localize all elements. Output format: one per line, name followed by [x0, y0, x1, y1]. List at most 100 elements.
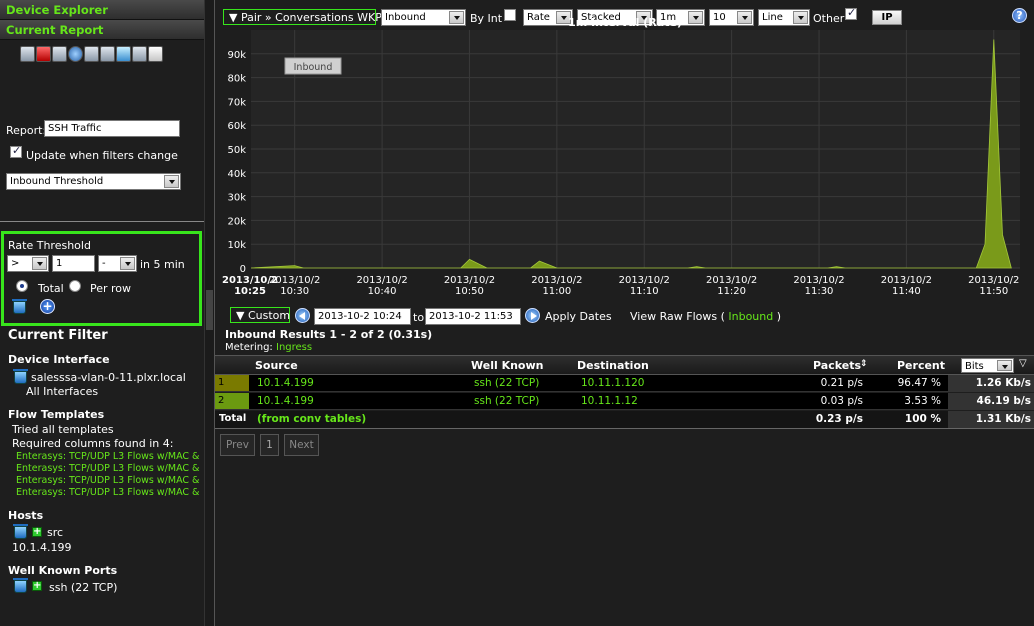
report-name-input[interactable]: SSH Traffic: [44, 120, 180, 137]
per-row-radio[interactable]: [69, 280, 81, 292]
trash-icon[interactable]: [12, 299, 27, 314]
current-report-header[interactable]: Current Report: [0, 20, 204, 40]
x-tick-time: 10:40: [368, 286, 397, 297]
help-icon[interactable]: ?: [1012, 8, 1027, 23]
device-explorer-header[interactable]: Device Explorer: [0, 0, 204, 20]
percent-column-header[interactable]: Percent: [897, 359, 945, 372]
other-checkbox[interactable]: [845, 6, 857, 20]
raw-flows-prefix: View Raw Flows (: [630, 310, 725, 323]
report-label: Report:: [6, 124, 47, 137]
ports-value: ssh (22 TCP): [49, 581, 118, 594]
table-row[interactable]: 2 10.1.4.199 ssh (22 TCP) 10.11.1.12 0.0…: [215, 393, 1034, 410]
globe-icon[interactable]: [68, 46, 83, 62]
x-tick-time: 11:10: [630, 286, 659, 297]
trash-icon[interactable]: [13, 369, 28, 384]
trash-icon[interactable]: [13, 524, 28, 539]
flow-templates-title: Flow Templates: [8, 408, 105, 421]
y-tick-label: 90k: [227, 50, 246, 61]
report-toolbar: [20, 46, 163, 66]
destination-column-header[interactable]: Destination: [577, 359, 649, 372]
report-type-select[interactable]: Inbound Threshold: [6, 173, 181, 190]
metering-label-text: Metering:: [225, 342, 273, 353]
threshold-amount-input[interactable]: 1: [52, 255, 95, 272]
save-icon[interactable]: [52, 46, 67, 62]
add-icon[interactable]: +: [32, 527, 42, 537]
custom-range-menu[interactable]: ▼ Custom: [230, 307, 290, 323]
all-interfaces-link[interactable]: All Interfaces: [26, 385, 98, 398]
flow-template-item[interactable]: Enterasys: TCP/UDP L3 Flows w/MAC & VLAN: [16, 487, 202, 498]
ip-button[interactable]: IP: [872, 10, 902, 25]
x-tick-time: 11:20: [717, 286, 746, 297]
pair-conversations-menu[interactable]: ▼ Pair » Conversations WKP: [223, 9, 382, 25]
trash-icon[interactable]: [13, 578, 28, 593]
total-radio[interactable]: [16, 280, 28, 292]
by-int-checkbox[interactable]: [504, 9, 516, 21]
raw-flows-inbound-link[interactable]: Inbound: [728, 310, 773, 323]
chevron-down-icon[interactable]: ▽: [1019, 358, 1027, 369]
bits-cell: 1.26 Kb/s: [975, 377, 1031, 389]
export-icon[interactable]: [100, 46, 115, 62]
rate-threshold-panel: Rate Threshold > 1 - in 5 min Total Per …: [1, 231, 202, 326]
top-n-value: 10: [713, 12, 726, 23]
by-int-label: By Int: [470, 12, 503, 25]
sidebar-splitter[interactable]: [204, 0, 214, 626]
flow-template-item[interactable]: Enterasys: TCP/UDP L3 Flows w/MAC & VLAN: [16, 475, 202, 486]
apply-dates-link[interactable]: Apply Dates: [545, 310, 612, 323]
packets-column-header[interactable]: Packets: [813, 359, 861, 372]
page-number-button[interactable]: 1: [260, 434, 279, 456]
chevron-down-icon: [997, 360, 1012, 371]
chart-title: 1m Interval (Rate): [568, 16, 682, 29]
mode-select[interactable]: Rate: [523, 9, 573, 26]
top-n-select[interactable]: 10: [709, 9, 754, 26]
source-cell[interactable]: 10.1.4.199: [257, 395, 314, 407]
unit-value: -: [102, 258, 106, 269]
operator-select[interactable]: >: [7, 255, 49, 272]
previous-arrow-icon[interactable]: [295, 308, 310, 323]
well-known-cell[interactable]: ssh (22 TCP): [474, 395, 539, 407]
well-known-column-header[interactable]: Well Known: [471, 359, 543, 372]
chevron-down-icon: [164, 175, 179, 188]
email-icon[interactable]: [116, 46, 131, 62]
schedule-icon[interactable]: [132, 46, 147, 62]
threshold-unit-select[interactable]: -: [98, 255, 137, 272]
delete-icon[interactable]: [36, 46, 51, 62]
operator-value: >: [11, 258, 20, 269]
pdf-icon[interactable]: [148, 46, 163, 62]
y-tick-label: 30k: [227, 193, 246, 204]
splitter-handle[interactable]: [206, 290, 213, 330]
next-arrow-icon[interactable]: [525, 308, 540, 323]
units-select[interactable]: Bits: [961, 358, 1014, 373]
update-filters-checkbox[interactable]: [10, 144, 22, 158]
results-title: Inbound Results 1 - 2 of 2 (0.31s): [225, 328, 433, 341]
to-date-input[interactable]: 2013-10-2 11:53: [425, 308, 521, 325]
source-column-header[interactable]: Source: [255, 359, 298, 372]
print-icon[interactable]: [84, 46, 99, 62]
add-icon[interactable]: +: [40, 299, 55, 314]
flow-template-item[interactable]: Enterasys: TCP/UDP L3 Flows w/MAC & VLAN: [16, 463, 202, 474]
total-label: Total: [38, 282, 64, 295]
next-page-button[interactable]: Next: [284, 434, 319, 456]
graph-type-select[interactable]: Line: [758, 9, 810, 26]
flow-template-item[interactable]: Enterasys: TCP/UDP L3 Flows w/MAC & VLAN: [16, 451, 202, 462]
table-row[interactable]: 1 10.1.4.199 ssh (22 TCP) 10.11.1.120 0.…: [215, 375, 1034, 392]
x-tick-time: 11:00: [542, 286, 571, 297]
destination-cell[interactable]: 10.11.1.120: [581, 377, 644, 389]
destination-cell[interactable]: 10.11.1.12: [581, 395, 638, 407]
traffic-chart-svg: 010k20k30k40k50k60k70k80k90k2013/10/210:…: [222, 16, 1020, 297]
legend-label: Inbound: [294, 62, 333, 73]
total-row: Total (from conv tables) 0.23 p/s 100 % …: [215, 411, 1034, 429]
edit-icon[interactable]: [20, 46, 35, 62]
prev-page-button[interactable]: Prev: [220, 434, 255, 456]
x-tick-date: 2013/10/2: [356, 275, 407, 286]
chevron-down-icon: [32, 257, 47, 270]
direction-value: Inbound: [385, 12, 426, 23]
add-icon[interactable]: +: [32, 581, 42, 591]
sort-arrows-icon[interactable]: ⇕: [860, 359, 868, 369]
chevron-down-icon: [120, 257, 135, 270]
sidebar: Device Explorer Current Report Report: S…: [0, 0, 204, 626]
from-date-input[interactable]: 2013-10-2 10:24: [314, 308, 411, 325]
packets-cell: 0.21 p/s: [820, 377, 863, 389]
direction-select[interactable]: Inbound: [381, 9, 466, 26]
well-known-cell[interactable]: ssh (22 TCP): [474, 377, 539, 389]
source-cell[interactable]: 10.1.4.199: [257, 377, 314, 389]
